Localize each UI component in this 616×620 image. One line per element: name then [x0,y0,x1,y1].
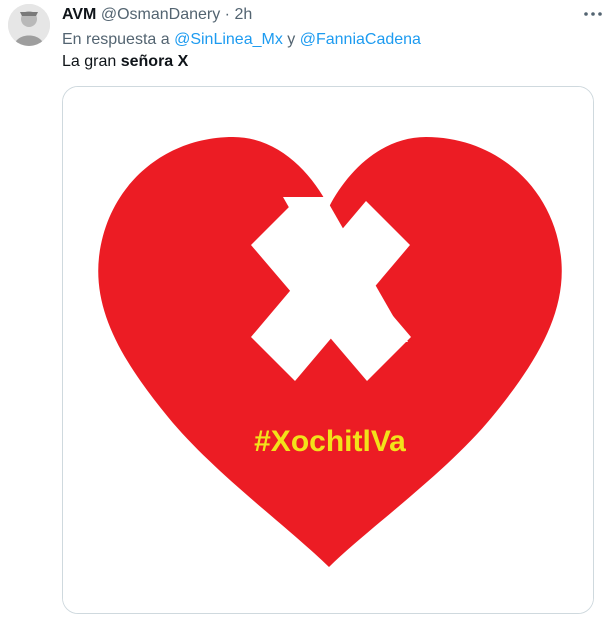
heart-x-graphic: #XochitlVa [63,87,593,613]
mention-sinlinea[interactable]: @SinLinea_Mx [174,31,283,48]
tweet-media-image[interactable]: #XochitlVa [62,86,594,614]
avatar-image [8,4,50,46]
avatar[interactable] [8,4,50,46]
reply-joiner: y [287,31,296,48]
tweet-header: AVM @OsmanDanery · 2h [62,4,252,26]
tweet-timestamp[interactable]: 2h [234,6,252,23]
mention-fanniacadena[interactable]: @FanniaCadena [300,31,421,48]
separator-dot: · [224,6,230,23]
tweet-text-bold: señora X [120,53,189,70]
reply-context: En respuesta a @SinLinea_Mx y @FanniaCad… [62,29,421,51]
tweet-text: La gran señora X [62,51,188,73]
tweet-text-plain: La gran [62,53,117,70]
author-handle[interactable]: @OsmanDanery [101,6,220,23]
hashtag-label: #XochitlVa [254,425,406,458]
more-horizontal-icon[interactable] [582,6,604,22]
author-display-name[interactable]: AVM [62,6,96,23]
reply-prefix: En respuesta a [62,31,170,48]
